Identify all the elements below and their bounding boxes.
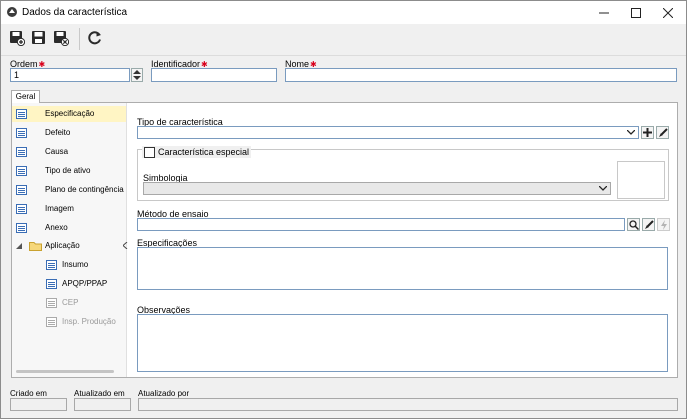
form-icon: [16, 204, 27, 214]
toolbar: [1, 24, 686, 56]
form-icon: [46, 298, 57, 308]
chevron-down-icon: [599, 186, 607, 191]
criado-label: Criado em: [10, 389, 47, 398]
minimize-icon: [599, 12, 609, 13]
tree-item-label: Imagem: [45, 204, 74, 213]
metodo-input[interactable]: [137, 218, 625, 231]
section-tree: Especificação Defeito Causa Tipo de ativ…: [12, 103, 127, 377]
title-bar: Dados da característica: [1, 1, 686, 24]
atualizado-em-field: [74, 398, 131, 411]
tipo-select[interactable]: [137, 126, 639, 139]
tree-item-insumo[interactable]: Insumo: [12, 257, 126, 273]
tree-item-label: Anexo: [45, 223, 68, 232]
save-new-icon: [10, 31, 25, 46]
atualizado-em-label: Atualizado em: [74, 389, 125, 398]
toolbar-divider: [79, 28, 80, 50]
tab-geral[interactable]: Geral: [11, 90, 40, 103]
spinner-arrows-icon: [133, 70, 141, 80]
criado-field: [10, 398, 67, 411]
tree-item-label: CEP: [62, 298, 79, 307]
lightning-button: [657, 218, 670, 231]
tree-item-apqp-ppap[interactable]: APQP/PPAP: [12, 276, 126, 292]
tree-item-tipo-de-ativo[interactable]: Tipo de ativo: [12, 163, 126, 179]
ordem-input[interactable]: 1: [10, 68, 130, 82]
tree-item-causa[interactable]: Causa: [12, 144, 126, 160]
tree-item-label: Causa: [45, 147, 69, 156]
form-icon: [16, 166, 27, 176]
add-tipo-button[interactable]: [641, 126, 654, 139]
refresh-icon: [88, 31, 101, 45]
maximize-icon: [631, 7, 641, 18]
tree-item-label: Aplicação: [45, 241, 80, 250]
tree-item-defeito[interactable]: Defeito: [12, 125, 126, 141]
folder-icon: [29, 242, 42, 251]
identificador-input[interactable]: [151, 68, 277, 82]
tree-item-label: APQP/PPAP: [62, 279, 108, 288]
tree-scrollbar[interactable]: [16, 370, 114, 373]
tree-item-label: Especificação: [45, 109, 95, 118]
refresh-button[interactable]: [86, 29, 104, 47]
save-icon: [32, 31, 45, 44]
tree-item-plano-de-contingencia[interactable]: Plano de contingência: [12, 182, 126, 198]
ordem-stepper[interactable]: [131, 68, 143, 82]
tree-item-label: Tipo de ativo: [45, 166, 91, 175]
form-icon: [46, 260, 57, 270]
simbologia-select[interactable]: [143, 182, 611, 195]
window-title: Dados da característica: [22, 7, 128, 18]
search-metodo-button[interactable]: [627, 218, 640, 231]
minimize-button[interactable]: [588, 1, 620, 24]
tree-item-label: Insp. Produção: [62, 317, 116, 326]
edit-metodo-button[interactable]: [642, 218, 655, 231]
app-logo-icon: [7, 7, 17, 17]
tree-item-imagem[interactable]: Imagem: [12, 201, 126, 217]
form-icon: [16, 128, 27, 138]
close-icon: [663, 7, 673, 18]
tree-item-insp-producao: Insp. Produção: [12, 314, 126, 330]
dialog-window: Dados da característica Ordem✱ 1 Identif…: [0, 0, 687, 419]
form-icon: [16, 223, 27, 233]
search-icon: [628, 219, 639, 230]
especificacoes-textarea[interactable]: [137, 247, 668, 290]
tree-item-cep: CEP: [12, 295, 126, 311]
lightning-icon: [660, 219, 667, 230]
tree-item-label: Plano de contingência: [45, 185, 124, 194]
especial-legend: Característica especial: [142, 146, 252, 158]
collapse-tree-icon[interactable]: [123, 242, 128, 249]
save-close-icon: [54, 31, 69, 46]
tree-item-label: Insumo: [62, 260, 89, 269]
form-icon: [16, 147, 27, 157]
observacoes-textarea[interactable]: [137, 314, 668, 372]
form-icon: [16, 185, 27, 195]
expand-arrow-icon[interactable]: [16, 243, 23, 250]
tree-item-aplicacao[interactable]: Aplicação: [12, 238, 126, 254]
form-icon: [46, 279, 57, 289]
atualizado-por-label: Atualizado por: [138, 389, 190, 398]
maximize-button[interactable]: [620, 1, 652, 24]
tree-item-especificacao[interactable]: Especificação: [12, 106, 126, 122]
brush-icon: [658, 127, 668, 137]
nome-input[interactable]: [285, 68, 677, 82]
especial-label: Característica especial: [158, 147, 250, 157]
tree-item-anexo[interactable]: Anexo: [12, 220, 126, 236]
save-new-button[interactable]: [8, 29, 26, 47]
form-icon: [46, 317, 57, 327]
edit-tipo-button[interactable]: [656, 126, 669, 139]
plus-icon: [643, 128, 652, 137]
especial-checkbox[interactable]: [144, 146, 155, 158]
brush-icon: [644, 219, 654, 229]
ordem-value: 1: [14, 70, 20, 80]
tree-item-label: Defeito: [45, 128, 71, 137]
save-close-button[interactable]: [52, 29, 70, 47]
atualizado-por-field: [138, 398, 678, 411]
form-icon: [16, 109, 27, 119]
save-button[interactable]: [30, 29, 48, 47]
chevron-down-icon: [627, 130, 635, 135]
simbologia-image-preview: [617, 161, 665, 199]
close-button[interactable]: [652, 1, 684, 24]
